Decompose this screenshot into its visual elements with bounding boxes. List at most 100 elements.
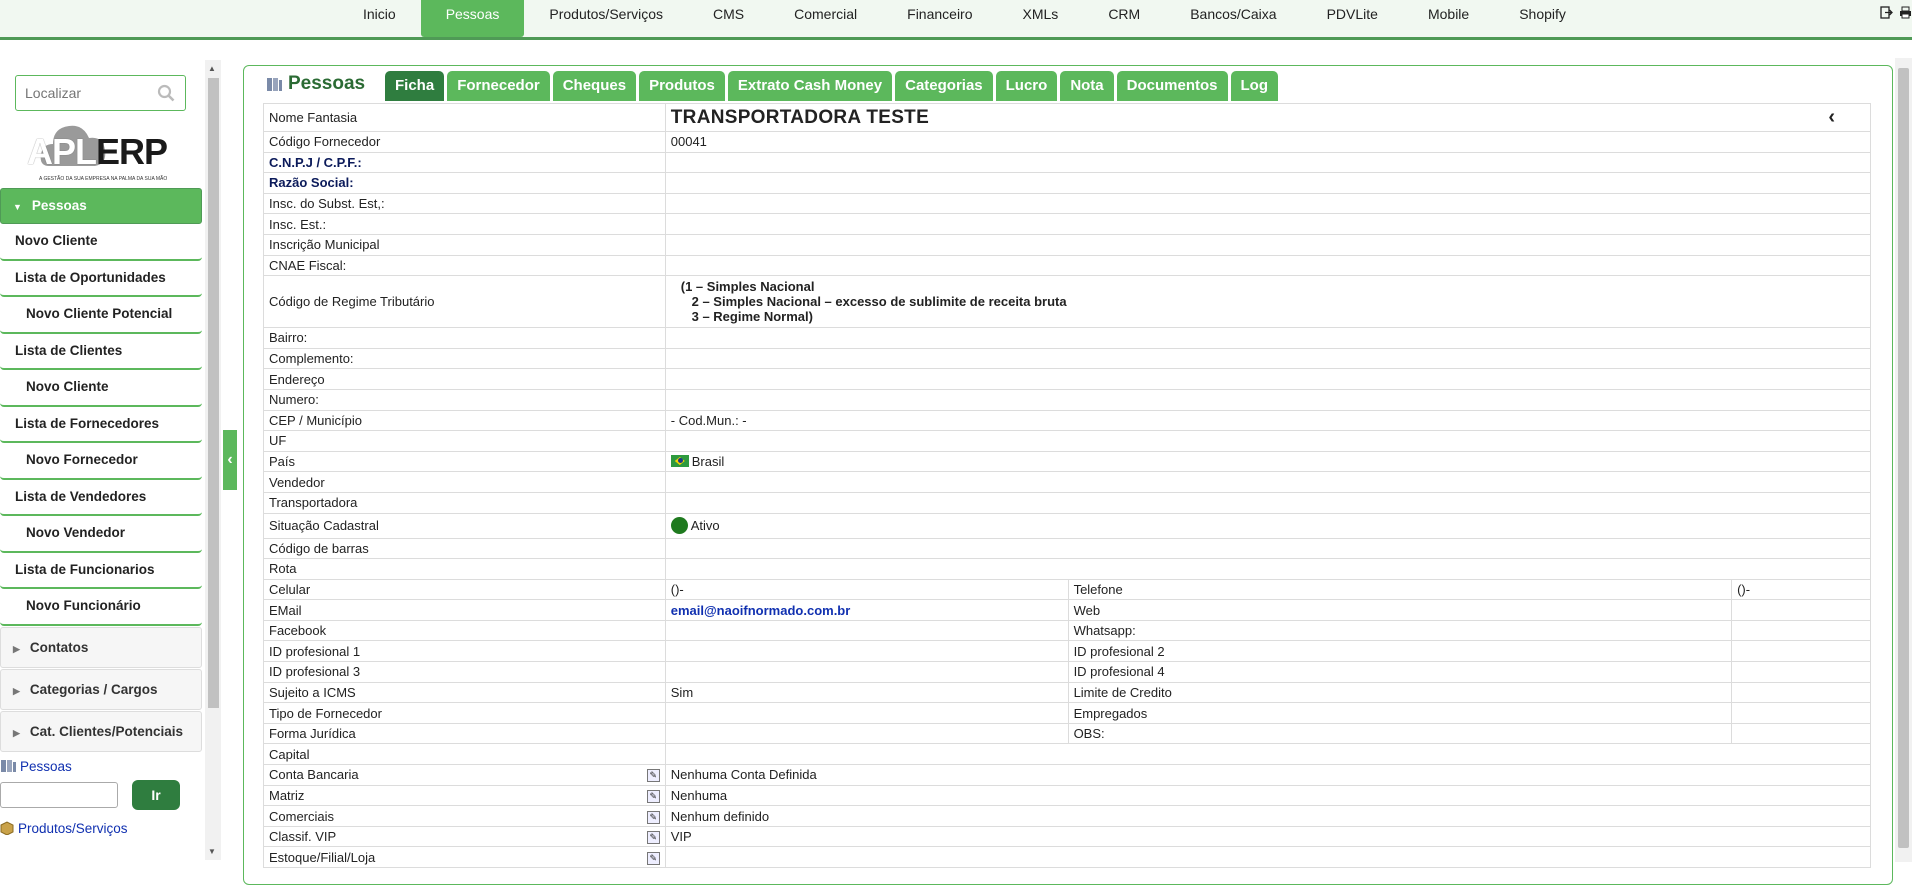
label-codigo-barras: Código de barras xyxy=(263,537,666,560)
label-transportadora: Transportadora xyxy=(263,491,666,514)
label-id1: ID profesional 1 xyxy=(263,640,666,663)
tab-lucro[interactable]: Lucro xyxy=(995,71,1058,101)
quick-link-pessoas[interactable]: Pessoas xyxy=(0,756,210,776)
tab-documentos[interactable]: Documentos xyxy=(1116,71,1228,101)
sidebar-section-pessoas[interactable]: ▼ Pessoas xyxy=(0,188,202,224)
quick-pessoas-input[interactable] xyxy=(0,782,118,808)
edit-icon[interactable]: ✎ xyxy=(646,831,660,845)
email-link[interactable]: email@naoifnormado.com.br xyxy=(671,603,851,618)
sidebar-item-novo-fornecedor[interactable]: Novo Fornecedor xyxy=(0,443,202,480)
sidebar-item-novo-cliente-potencial[interactable]: Novo Cliente Potencial xyxy=(0,297,202,334)
sidebar-item-lista-funcionarios[interactable]: Lista de Funcionarios xyxy=(0,552,202,589)
menu-item-produtos-servicos[interactable]: Produtos/Serviços xyxy=(524,0,688,37)
row-nome-fantasia: Nome Fantasia TRANSPORTADORA TESTE ‹ xyxy=(263,103,1872,132)
company-logo: APLERP A GESTÃO DA SUA EMPRESA NA PALMA … xyxy=(27,116,177,192)
sidebar-group-cat-clientes[interactable]: ▶ Cat. Clientes/Potenciais xyxy=(0,710,202,752)
value-forma-juridica xyxy=(664,722,1069,745)
tab-ficha[interactable]: Ficha xyxy=(385,71,445,101)
row-celular-telefone: Celular ()- Telefone ()- xyxy=(263,578,1871,601)
label-email: EMail xyxy=(263,599,666,621)
menu-item-mobile[interactable]: Mobile xyxy=(1403,0,1494,37)
page-scroll-thumb[interactable] xyxy=(1898,68,1909,848)
menu-item-pdvlite[interactable]: PDVLite xyxy=(1302,0,1403,37)
label-id2: ID profesional 2 xyxy=(1067,640,1733,663)
menu-item-comercial[interactable]: Comercial xyxy=(769,0,882,37)
search-icon[interactable] xyxy=(157,84,175,102)
chevron-left-icon[interactable]: ‹ xyxy=(1828,106,1835,129)
tab-nota[interactable]: Nota xyxy=(1060,71,1114,101)
sidebar-group-contatos[interactable]: ▶ Contatos xyxy=(0,626,202,668)
sidebar-item-novo-vendedor[interactable]: Novo Vendedor xyxy=(0,516,202,553)
row-uf: UF xyxy=(263,430,1872,452)
row-forma-obs: Forma Jurídica OBS: xyxy=(263,722,1871,745)
label-matriz: Matriz ✎ xyxy=(263,784,666,807)
sidebar-item-novo-funcionario[interactable]: Novo Funcionário xyxy=(0,589,202,626)
sidebar-item-lista-clientes[interactable]: Lista de Clientes xyxy=(0,333,202,370)
top-navigation-bar: Inicio Pessoas Produtos/Serviços CMS Com… xyxy=(0,0,1912,40)
sidebar-menu: ▼ Pessoas Novo Cliente Lista de Oportunid… xyxy=(0,188,202,752)
edit-icon[interactable]: ✎ xyxy=(646,851,660,865)
sidebar-scrollbar[interactable]: ▲ ▼ xyxy=(205,60,221,860)
value-conta-bancaria: Nenhuma Conta Definida xyxy=(664,764,1872,786)
sidebar: APLERP A GESTÃO DA SUA EMPRESA NA PALMA … xyxy=(0,58,222,862)
tab-fornecedor[interactable]: Fornecedor xyxy=(447,71,550,101)
menu-item-pessoas[interactable]: Pessoas xyxy=(420,0,525,37)
row-estoque: Estoque/Filial/Loja ✎ xyxy=(263,846,1872,868)
sidebar-item-lista-oportunidades[interactable]: Lista de Oportunidades xyxy=(0,260,202,297)
label-insc-subst: Insc. do Subst. Est,: xyxy=(263,192,666,215)
main-menu: Inicio Pessoas Produtos/Serviços CMS Com… xyxy=(338,0,1591,37)
edit-icon[interactable]: ✎ xyxy=(646,789,660,803)
row-transportadora: Transportadora xyxy=(263,491,1872,514)
row-bairro: Bairro: xyxy=(263,327,1872,349)
search-input[interactable] xyxy=(16,76,146,110)
menu-item-shopify[interactable]: Shopify xyxy=(1494,0,1591,37)
top-icons xyxy=(1880,6,1912,19)
logout-icon[interactable] xyxy=(1880,6,1893,19)
chevron-left-icon: ‹ xyxy=(227,451,233,468)
menu-item-xmls[interactable]: XMLs xyxy=(998,0,1084,37)
label-vendedor: Vendedor xyxy=(263,471,666,493)
menu-item-bancos-caixa[interactable]: Bancos/Caixa xyxy=(1165,0,1301,37)
value-id2 xyxy=(1731,640,1871,663)
edit-icon[interactable]: ✎ xyxy=(646,810,660,824)
row-endereco: Endereço xyxy=(263,368,1872,390)
panel-title: Pessoas xyxy=(266,73,365,95)
sidebar-item-lista-vendedores[interactable]: Lista de Vendedores xyxy=(0,479,202,516)
scroll-up-icon[interactable]: ▲ xyxy=(208,64,216,73)
label-capital: Capital xyxy=(263,743,666,766)
sidebar-item-novo-cliente[interactable]: Novo Cliente xyxy=(0,224,202,261)
menu-item-crm[interactable]: CRM xyxy=(1083,0,1165,37)
label-rota: Rota xyxy=(263,558,666,580)
menu-item-cms[interactable]: CMS xyxy=(688,0,769,37)
page-scrollbar[interactable] xyxy=(1895,58,1912,862)
tab-categorias[interactable]: Categorias xyxy=(895,71,993,101)
row-insc-est: Insc. Est.: xyxy=(263,213,1872,235)
sidebar-item-lista-fornecedores[interactable]: Lista de Fornecedores xyxy=(0,406,202,443)
row-classif-vip: Classif. VIP ✎ VIP xyxy=(263,825,1872,848)
sidebar-item-novo-cliente-sub[interactable]: Novo Cliente xyxy=(0,370,202,407)
value-id4 xyxy=(1731,661,1871,683)
caret-right-icon: ▶ xyxy=(13,643,20,654)
menu-item-financeiro[interactable]: Financeiro xyxy=(882,0,997,37)
tab-cheques[interactable]: Cheques xyxy=(552,71,637,101)
sidebar-scroll-thumb[interactable] xyxy=(208,78,219,708)
tab-extrato-cash-money[interactable]: Extrato Cash Money xyxy=(727,71,893,101)
panel-tabs: Ficha Fornecedor Cheques Produtos Extrat… xyxy=(385,71,1278,101)
label-telefone: Telefone xyxy=(1067,578,1733,601)
collapse-sidebar-button[interactable]: ‹ xyxy=(223,430,237,490)
scroll-down-icon[interactable]: ▼ xyxy=(208,847,216,856)
tab-log[interactable]: Log xyxy=(1230,71,1278,101)
value-codigo-barras xyxy=(664,537,1872,560)
edit-icon[interactable]: ✎ xyxy=(646,769,660,783)
row-conta-bancaria: Conta Bancaria ✎ Nenhuma Conta Definida xyxy=(263,764,1872,786)
row-vendedor: Vendedor xyxy=(263,471,1872,493)
print-icon[interactable] xyxy=(1899,6,1912,19)
label-icms: Sujeito a ICMS xyxy=(263,681,666,704)
sidebar-group-categorias-cargos[interactable]: ▶ Categorias / Cargos xyxy=(0,668,202,710)
label-web: Web xyxy=(1067,599,1733,621)
quick-link-produtos[interactable]: Produtos/Serviços xyxy=(0,818,210,838)
menu-item-inicio[interactable]: Inicio xyxy=(338,0,421,37)
tab-produtos[interactable]: Produtos xyxy=(639,71,725,101)
go-button[interactable]: Ir xyxy=(132,780,180,810)
row-cnae: CNAE Fiscal: xyxy=(263,254,1872,277)
